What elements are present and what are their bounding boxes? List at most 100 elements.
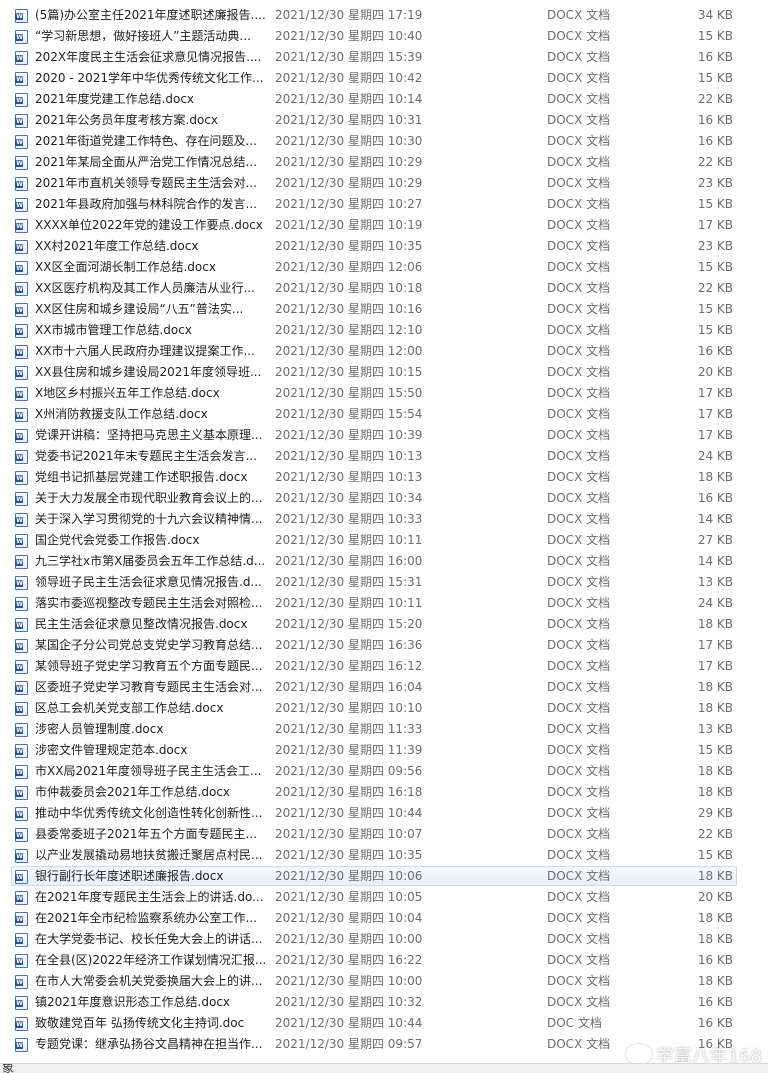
file-name: (5篇)办公室主任2021年度述职述廉报告.... (35, 8, 266, 22)
file-type: DOCX 文档 (547, 785, 611, 799)
file-name: 区总工会机关党支部工作总结.docx (35, 701, 224, 715)
word-document-icon (15, 828, 28, 842)
file-row[interactable]: 202X年度民主生活会征求意见情况报告.... 2021/12/30 星期四 15… (0, 47, 768, 68)
file-date: 2021/12/30 星期四 10:10 (275, 701, 423, 715)
file-row[interactable]: 民主生活会征求意见整改情况报告.docx 2021/12/30 星期四 15:20… (0, 614, 768, 635)
file-row[interactable]: 某领导班子党史学习教育五个方面专题民... 2021/12/30 星期四 16:1… (0, 656, 768, 677)
file-date: 2021/12/30 星期四 10:29 (275, 176, 423, 190)
file-row[interactable]: XX区医疗机构及其工作人员廉洁从业行... 2021/12/30 星期四 10:1… (0, 278, 768, 299)
file-name: 某国企子分公司党总支党史学习教育总结... (35, 638, 263, 652)
file-date: 2021/12/30 星期四 10:44 (275, 806, 423, 820)
file-type: DOCX 文档 (547, 638, 611, 652)
file-row[interactable]: (5篇)办公室主任2021年度述职述廉报告.... 2021/12/30 星期四 … (0, 5, 768, 26)
file-row[interactable]: 党课开讲稿：坚持把马克思主义基本原理... 2021/12/30 星期四 10:3… (0, 425, 768, 446)
file-row[interactable]: 2021年公务员年度考核方案.docx 2021/12/30 星期四 10:31 D… (0, 110, 768, 131)
word-document-icon (15, 954, 28, 968)
file-row[interactable]: 国企党代会党委工作报告.docx 2021/12/30 星期四 10:11 DOCX… (0, 530, 768, 551)
file-row[interactable]: 银行副行长年度述职述廉报告.docx 2021/12/30 星期四 10:06 DO… (0, 866, 768, 887)
file-size: 18 KB (697, 764, 733, 778)
file-row[interactable]: XX市十六届人民政府办理建议提案工作... 2021/12/30 星期四 12:0… (0, 341, 768, 362)
file-name: 2021年县政府加强与林科院合作的发言... (35, 197, 257, 211)
file-row[interactable]: XX区全面河湖长制工作总结.docx 2021/12/30 星期四 12:06 DO… (0, 257, 768, 278)
word-document-icon (15, 975, 28, 989)
file-row[interactable]: 2021年度党建工作总结.docx 2021/12/30 星期四 10:14 DOC… (0, 89, 768, 110)
file-row[interactable]: 九三学社x市第X届委员会五年工作总结.d... 2021/12/30 星期四 16… (0, 551, 768, 572)
file-row[interactable]: 区委班子党史学习教育专题民主生活会对... 2021/12/30 星期四 16:0… (0, 677, 768, 698)
file-row[interactable]: 某国企子分公司党总支党史学习教育总结... 2021/12/30 星期四 16:3… (0, 635, 768, 656)
file-row[interactable]: 落实市委巡视整改专题民主生活会对照检... 2021/12/30 星期四 10:1… (0, 593, 768, 614)
file-type: DOCX 文档 (547, 239, 611, 253)
file-size: 18 KB (697, 911, 733, 925)
file-row[interactable]: 关于大力发展全市现代职业教育会议上的... 2021/12/30 星期四 10:3… (0, 488, 768, 509)
file-type: DOCX 文档 (547, 50, 611, 64)
file-date: 2021/12/30 星期四 15:54 (275, 407, 423, 421)
file-row[interactable]: 市XX局2021年度领导班子民主生活会工... 2021/12/30 星期四 09… (0, 761, 768, 782)
file-name: 银行副行长年度述职述廉报告.docx (35, 869, 224, 883)
word-document-icon (15, 912, 28, 926)
file-name: XXXX单位2022年党的建设工作要点.docx (35, 218, 263, 232)
word-document-icon (15, 1017, 28, 1031)
word-document-icon (15, 576, 28, 590)
word-document-icon (15, 282, 28, 296)
file-row[interactable]: 涉密人员管理制度.docx 2021/12/30 星期四 11:33 DOCX 文档… (0, 719, 768, 740)
file-row[interactable]: XX区住房和城乡建设局“八五”普法实... 2021/12/30 星期四 10:1… (0, 299, 768, 320)
file-type: DOC 文档 (547, 1016, 602, 1030)
file-row[interactable]: 推动中华优秀传统文化创造性转化创新性... 2021/12/30 星期四 10:4… (0, 803, 768, 824)
file-row[interactable]: 党委书记2021年末专题民主生活会发言... 2021/12/30 星期四 10:… (0, 446, 768, 467)
file-row[interactable]: 2021年街道党建工作特色、存在问题及... 2021/12/30 星期四 10:… (0, 131, 768, 152)
file-size: 17 KB (697, 659, 733, 673)
file-size: 16 KB (697, 113, 733, 127)
file-type: DOCX 文档 (547, 554, 611, 568)
file-row[interactable]: 镇2021年度意识形态工作总结.docx 2021/12/30 星期四 10:32… (0, 992, 768, 1013)
file-date: 2021/12/30 星期四 16:36 (275, 638, 423, 652)
word-document-icon (15, 114, 28, 128)
file-type: DOCX 文档 (547, 659, 611, 673)
file-size: 20 KB (697, 365, 733, 379)
file-row[interactable]: 2021年某局全面从严治党工作情况总结... 2021/12/30 星期四 10:… (0, 152, 768, 173)
file-row[interactable]: XX村2021年度工作总结.docx 2021/12/30 星期四 10:35 DO… (0, 236, 768, 257)
word-document-icon (15, 870, 28, 884)
file-row[interactable]: 区总工会机关党支部工作总结.docx 2021/12/30 星期四 10:10 DO… (0, 698, 768, 719)
file-date: 2021/12/30 星期四 10:35 (275, 239, 423, 253)
word-document-icon (15, 135, 28, 149)
file-type: DOCX 文档 (547, 470, 611, 484)
file-row[interactable]: 致敬建党百年 弘扬传统文化主持词.doc 2021/12/30 星期四 10:44… (0, 1013, 768, 1034)
file-row[interactable]: 县委常委班子2021年五个方面专题民主... 2021/12/30 星期四 10:… (0, 824, 768, 845)
file-row[interactable]: 市仲裁委员会2021年工作总结.docx 2021/12/30 星期四 16:18… (0, 782, 768, 803)
file-date: 2021/12/30 星期四 16:18 (275, 785, 423, 799)
file-row[interactable]: 在大学党委书记、校长任免大会上的讲话... 2021/12/30 星期四 10:0… (0, 929, 768, 950)
file-row[interactable]: 在2021年全市纪检监察系统办公室工作... 2021/12/30 星期四 10:… (0, 908, 768, 929)
file-row[interactable]: X州消防救援支队工作总结.docx 2021/12/30 星期四 15:54 DOC… (0, 404, 768, 425)
file-row[interactable]: 在全县(区)2022年经济工作谋划情况汇报... 2021/12/30 星期四 1… (0, 950, 768, 971)
file-list[interactable]: (5篇)办公室主任2021年度述职述廉报告.... 2021/12/30 星期四 … (0, 5, 768, 1055)
file-name: XX区医疗机构及其工作人员廉洁从业行... (35, 281, 255, 295)
file-size: 18 KB (697, 617, 733, 631)
file-row[interactable]: 2021年市直机关领导专题民主生活会对... 2021/12/30 星期四 10:… (0, 173, 768, 194)
file-type: DOCX 文档 (547, 701, 611, 715)
file-row[interactable]: “学习新思想，做好接班人”主题活动典... 2021/12/30 星期四 10:4… (0, 26, 768, 47)
file-row[interactable]: 以产业发展撬动易地扶贫搬迁聚居点村民... 2021/12/30 星期四 10:3… (0, 845, 768, 866)
word-document-icon (15, 492, 28, 506)
file-row[interactable]: XXXX单位2022年党的建设工作要点.docx 2021/12/30 星期四 1… (0, 215, 768, 236)
file-row[interactable]: 涉密文件管理规定范本.docx 2021/12/30 星期四 11:39 DOCX … (0, 740, 768, 761)
file-size: 18 KB (697, 974, 733, 988)
file-row[interactable]: 2021年县政府加强与林科院合作的发言... 2021/12/30 星期四 10:… (0, 194, 768, 215)
file-row[interactable]: X地区乡村振兴五年工作总结.docx 2021/12/30 星期四 15:50 DO… (0, 383, 768, 404)
file-row[interactable]: 党组书记抓基层党建工作述职报告.docx 2021/12/30 星期四 10:13… (0, 467, 768, 488)
file-row[interactable]: 在市人大常委会机关党委换届大会上的讲... 2021/12/30 星期四 10:0… (0, 971, 768, 992)
file-date: 2021/12/30 星期四 15:50 (275, 386, 423, 400)
file-row[interactable]: 领导班子民主生活会征求意见情况报告.d... 2021/12/30 星期四 15:… (0, 572, 768, 593)
file-name: XX村2021年度工作总结.docx (35, 239, 199, 253)
file-row[interactable]: XX县住房和城乡建设局2021年度领导班... 2021/12/30 星期四 10… (0, 362, 768, 383)
file-size: 17 KB (697, 218, 733, 232)
file-row[interactable]: XX市城市管理工作总结.docx 2021/12/30 星期四 12:10 DOCX… (0, 320, 768, 341)
file-size: 15 KB (697, 71, 733, 85)
file-size: 15 KB (697, 197, 733, 211)
file-row[interactable]: 在2021年度专题民主生活会上的讲话.do... 2021/12/30 星期四 1… (0, 887, 768, 908)
file-date: 2021/12/30 星期四 10:00 (275, 932, 423, 946)
file-row[interactable]: 关于深入学习贯彻党的十九六会议精神情... 2021/12/30 星期四 10:3… (0, 509, 768, 530)
file-row[interactable]: 2020 - 2021学年中华优秀传统文化工作... 2021/12/30 星期四… (0, 68, 768, 89)
file-date: 2021/12/30 星期四 17:19 (275, 8, 423, 22)
file-size: 22 KB (697, 155, 733, 169)
file-date: 2021/12/30 星期四 10:34 (275, 491, 423, 505)
